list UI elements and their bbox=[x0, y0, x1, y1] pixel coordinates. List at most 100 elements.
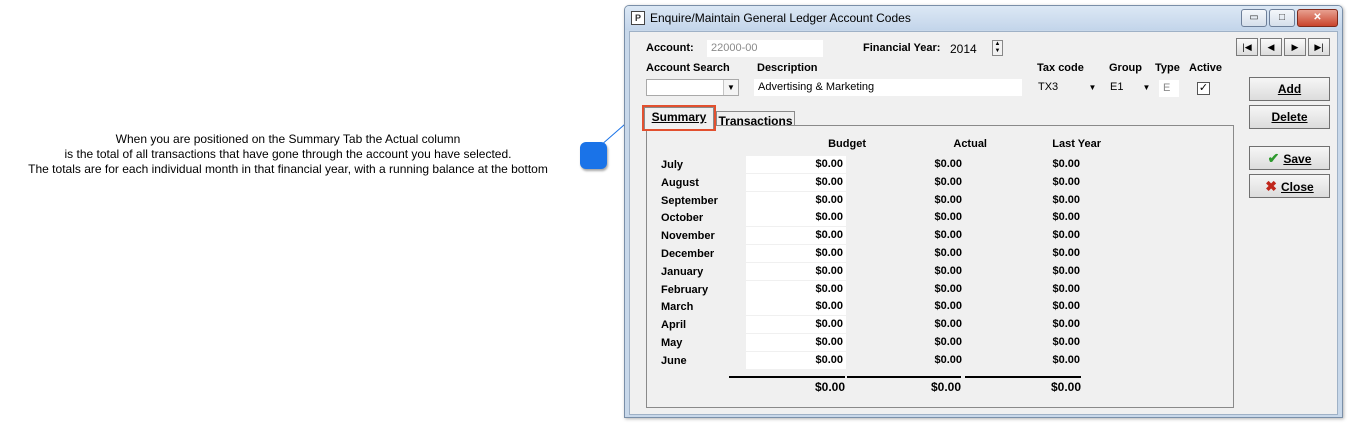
last-year-cell: $0.00 bbox=[1052, 283, 1080, 295]
last-year-cell: $0.00 bbox=[1052, 211, 1080, 223]
tab-summary[interactable]: Summary bbox=[642, 105, 716, 131]
actual-column-header: Actual bbox=[953, 138, 987, 150]
actual-cell: $0.00 bbox=[934, 158, 962, 170]
title-bar[interactable]: P Enquire/Maintain General Ledger Accoun… bbox=[625, 6, 1342, 30]
actual-cell: $0.00 bbox=[934, 318, 962, 330]
save-button[interactable]: ✔ Save bbox=[1249, 146, 1330, 170]
window-title: Enquire/Maintain General Ledger Account … bbox=[650, 11, 911, 25]
group-value: E1 bbox=[1110, 81, 1124, 93]
budget-cell[interactable]: $0.00 bbox=[746, 209, 846, 226]
financial-year-label: Financial Year: bbox=[863, 42, 941, 54]
callout-line-1: When you are positioned on the Summary T… bbox=[115, 132, 461, 146]
description-label: Description bbox=[757, 62, 818, 74]
month-label: December bbox=[661, 248, 715, 260]
month-label: April bbox=[661, 319, 687, 331]
ledger-window: P Enquire/Maintain General Ledger Accoun… bbox=[624, 5, 1343, 418]
delete-button[interactable]: Delete bbox=[1249, 105, 1330, 129]
financial-year-value[interactable]: 2014 bbox=[950, 42, 977, 56]
add-button-label: Add bbox=[1277, 82, 1302, 96]
summary-panel: Budget Actual Last Year July $0.00 $0.00 $0… bbox=[646, 125, 1234, 408]
budget-cell[interactable]: $0.00 bbox=[746, 174, 846, 191]
budget-cell[interactable]: $0.00 bbox=[746, 316, 846, 333]
last-year-total: $0.00 bbox=[1050, 380, 1081, 394]
last-year-column-header: Last Year bbox=[1052, 138, 1101, 150]
account-label: Account: bbox=[646, 42, 694, 54]
tax-code-label: Tax code bbox=[1037, 62, 1084, 74]
budget-total: $0.00 bbox=[814, 380, 845, 394]
month-label: March bbox=[661, 301, 694, 313]
account-search-label: Account Search bbox=[646, 62, 730, 74]
type-field: E bbox=[1159, 80, 1179, 97]
next-record-button[interactable]: ▶ bbox=[1284, 38, 1306, 56]
active-label: Active bbox=[1189, 62, 1223, 74]
budget-cell[interactable]: $0.00 bbox=[746, 263, 846, 280]
last-record-button[interactable]: ▶| bbox=[1308, 38, 1330, 56]
description-field[interactable]: Advertising & Marketing bbox=[754, 79, 1022, 96]
last-year-cell: $0.00 bbox=[1052, 300, 1080, 312]
close-button[interactable]: ✖ Close bbox=[1249, 174, 1330, 198]
budget-cell[interactable]: $0.00 bbox=[746, 334, 846, 351]
actual-cell: $0.00 bbox=[934, 247, 962, 259]
type-label: Type bbox=[1155, 62, 1180, 74]
minimize-button[interactable]: ▭ bbox=[1241, 9, 1267, 27]
budget-cell[interactable]: $0.00 bbox=[746, 352, 846, 369]
actual-cell: $0.00 bbox=[934, 354, 962, 366]
budget-cell[interactable]: $0.00 bbox=[746, 192, 846, 209]
tab-summary-label: Summary bbox=[651, 110, 707, 124]
budget-cell[interactable]: $0.00 bbox=[746, 245, 846, 262]
chevron-down-icon[interactable]: ▼ bbox=[1085, 80, 1100, 95]
group-combo[interactable]: E1 ▼ bbox=[1107, 80, 1154, 97]
last-year-cell: $0.00 bbox=[1052, 318, 1080, 330]
month-label: June bbox=[661, 355, 687, 367]
actual-cell: $0.00 bbox=[934, 211, 962, 223]
close-x-icon: ✖ bbox=[1265, 178, 1278, 194]
month-label: September bbox=[661, 195, 718, 207]
callout-bubble bbox=[580, 142, 607, 169]
account-search-combo[interactable]: ▼ bbox=[646, 79, 739, 96]
last-year-cell: $0.00 bbox=[1052, 229, 1080, 241]
callout-line-2: is the total of all transactions that ha… bbox=[64, 147, 512, 161]
chevron-down-icon[interactable]: ▼ bbox=[723, 80, 738, 95]
actual-cell: $0.00 bbox=[934, 300, 962, 312]
last-year-cell: $0.00 bbox=[1052, 247, 1080, 259]
add-button[interactable]: Add bbox=[1249, 77, 1330, 101]
tax-code-value: TX3 bbox=[1038, 81, 1059, 93]
previous-record-button[interactable]: ◀ bbox=[1260, 38, 1282, 56]
checkmark-icon: ✔ bbox=[1267, 150, 1280, 166]
close-button-label: Close bbox=[1281, 180, 1314, 194]
window-client-area: Account: 22000-00 Financial Year: 2014 ▲… bbox=[629, 31, 1338, 415]
month-label: November bbox=[661, 230, 715, 242]
financial-year-spinner[interactable]: ▲ ▼ bbox=[992, 40, 1003, 56]
group-label: Group bbox=[1109, 62, 1142, 74]
last-year-cell: $0.00 bbox=[1052, 176, 1080, 188]
maximize-button[interactable]: □ bbox=[1269, 9, 1295, 27]
month-label: August bbox=[661, 177, 699, 189]
last-year-cell: $0.00 bbox=[1052, 354, 1080, 366]
account-field[interactable]: 22000-00 bbox=[707, 40, 823, 57]
month-label: May bbox=[661, 337, 683, 349]
last-year-cell: $0.00 bbox=[1052, 158, 1080, 170]
budget-cell[interactable]: $0.00 bbox=[746, 156, 846, 173]
delete-button-label: Delete bbox=[1271, 110, 1308, 124]
actual-cell: $0.00 bbox=[934, 336, 962, 348]
last-year-cell: $0.00 bbox=[1052, 194, 1080, 206]
actual-cell: $0.00 bbox=[934, 283, 962, 295]
app-icon: P bbox=[631, 11, 645, 25]
budget-cell[interactable]: $0.00 bbox=[746, 281, 846, 298]
actual-cell: $0.00 bbox=[934, 194, 962, 206]
callout-text: When you are positioned on the Summary T… bbox=[0, 132, 576, 177]
actual-cell: $0.00 bbox=[934, 229, 962, 241]
budget-cell[interactable]: $0.00 bbox=[746, 298, 846, 315]
budget-cell[interactable]: $0.00 bbox=[746, 227, 846, 244]
callout-line-3: The totals are for each individual month… bbox=[28, 162, 548, 176]
month-label: February bbox=[661, 284, 709, 296]
month-label: January bbox=[661, 266, 704, 278]
actual-cell: $0.00 bbox=[934, 176, 962, 188]
save-button-label: Save bbox=[1283, 152, 1312, 166]
active-checkbox[interactable]: ✓ bbox=[1197, 82, 1210, 95]
first-record-button[interactable]: |◀ bbox=[1236, 38, 1258, 56]
chevron-down-icon[interactable]: ▼ bbox=[1139, 80, 1154, 95]
tax-code-combo[interactable]: TX3 ▼ bbox=[1035, 80, 1100, 97]
month-label: July bbox=[661, 159, 684, 171]
window-close-button[interactable]: ✕ bbox=[1297, 9, 1338, 27]
